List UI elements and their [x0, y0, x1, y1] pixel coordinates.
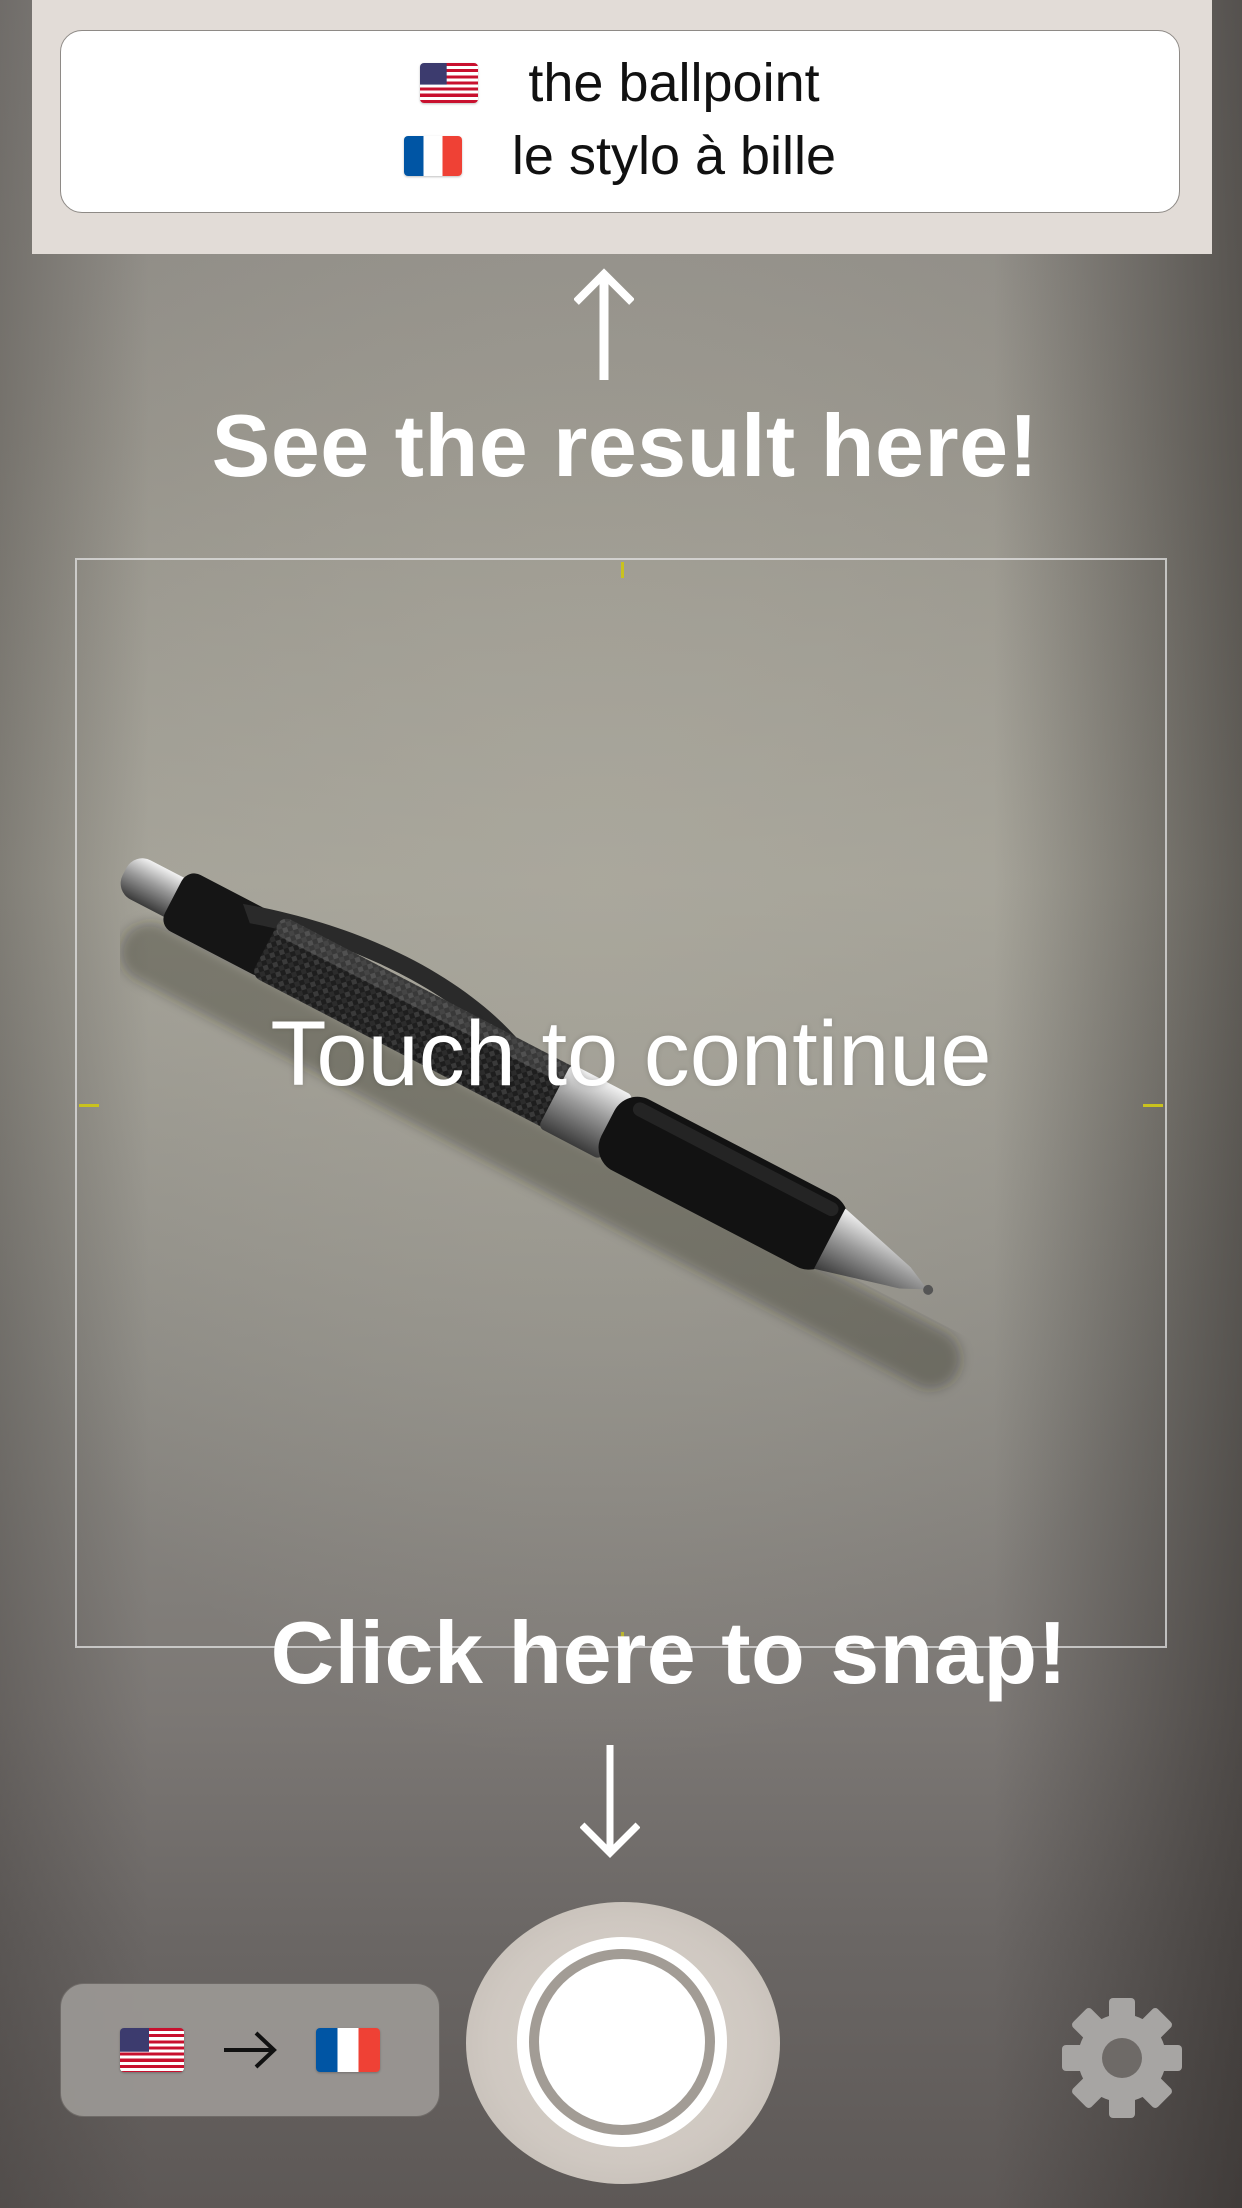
us-flag-icon: [120, 2028, 184, 2072]
arrow-up-icon: [574, 268, 634, 380]
language-pair-selector[interactable]: [60, 1983, 440, 2117]
fr-flag-icon: [403, 136, 462, 176]
translation-result-card: the ballpoint le stylo à bille: [60, 30, 1180, 213]
camera-preview-pen: [120, 858, 961, 1389]
touch-to-continue-overlay[interactable]: Touch to continue: [0, 1002, 1242, 1107]
fr-flag-icon: [316, 2028, 380, 2072]
source-word: the ballpoint: [528, 53, 820, 113]
us-flag-icon: [420, 63, 479, 103]
snap-hint-heading: Click here to snap!: [270, 1603, 1068, 1702]
source-translation-row: the ballpoint: [61, 52, 1179, 114]
camera-screen[interactable]: the ballpoint le stylo à bille See the r…: [0, 0, 1242, 2208]
target-word: le stylo à bille: [511, 126, 837, 186]
frame-tick-top: [621, 562, 624, 578]
gear-icon[interactable]: [1060, 1996, 1184, 2120]
shutter-core[interactable]: [539, 1959, 705, 2125]
target-translation-row: le stylo à bille: [61, 125, 1179, 187]
result-hint-heading: See the result here!: [211, 396, 1039, 495]
arrow-down-icon: [580, 1745, 640, 1858]
right-arrow-icon: [224, 2031, 277, 2069]
